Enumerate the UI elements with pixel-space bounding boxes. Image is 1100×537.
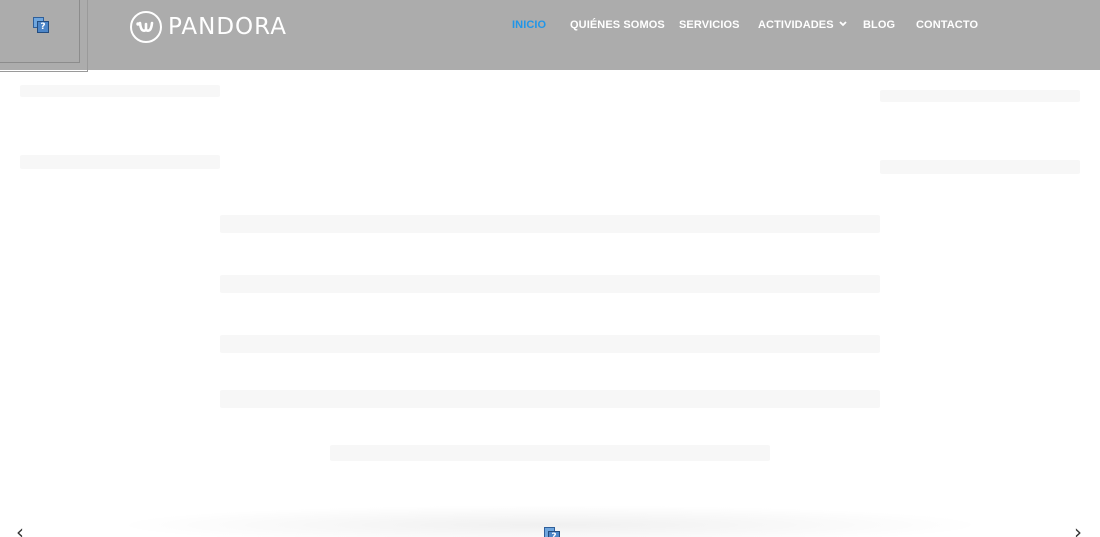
page: ? PANDORA INICIO QUIÉNES SOMOS SERVICIOS…: [0, 0, 1100, 537]
broken-image-icon: ?: [544, 527, 560, 537]
nav-item-actividades-label: ACTIVIDADES: [758, 19, 834, 31]
faded-background-block: [20, 85, 220, 97]
nav-item-contacto[interactable]: CONTACTO: [916, 19, 978, 31]
broken-image-frame: ?: [0, 0, 88, 72]
carousel-next-button[interactable]: ›: [1074, 520, 1082, 537]
nav-item-inicio[interactable]: INICIO: [512, 19, 546, 31]
site-logo[interactable]: PANDORA: [130, 10, 287, 44]
faded-background-block: [220, 215, 880, 233]
nav-item-quienes-somos[interactable]: QUIÉNES SOMOS: [570, 19, 665, 31]
faded-background-block: [220, 390, 880, 408]
broken-image-icon: ?: [33, 17, 49, 33]
nav-item-servicios[interactable]: SERVICIOS: [679, 19, 740, 31]
nav-item-actividades[interactable]: ACTIVIDADES: [758, 19, 847, 31]
nav-item-blog[interactable]: BLOG: [863, 19, 895, 31]
faded-background-block: [220, 275, 880, 293]
carousel-prev-button[interactable]: ‹: [16, 520, 24, 537]
logo-text: PANDORA: [168, 14, 287, 40]
chevron-down-icon: [839, 19, 847, 29]
faded-background-block: [880, 90, 1080, 102]
faded-background-block: [20, 155, 220, 169]
faded-background-block: [880, 160, 1080, 174]
site-header: ? PANDORA INICIO QUIÉNES SOMOS SERVICIOS…: [0, 0, 1100, 72]
faded-background-block: [330, 445, 770, 461]
faded-background-block: [220, 335, 880, 353]
logo-mark-icon: [130, 11, 162, 43]
